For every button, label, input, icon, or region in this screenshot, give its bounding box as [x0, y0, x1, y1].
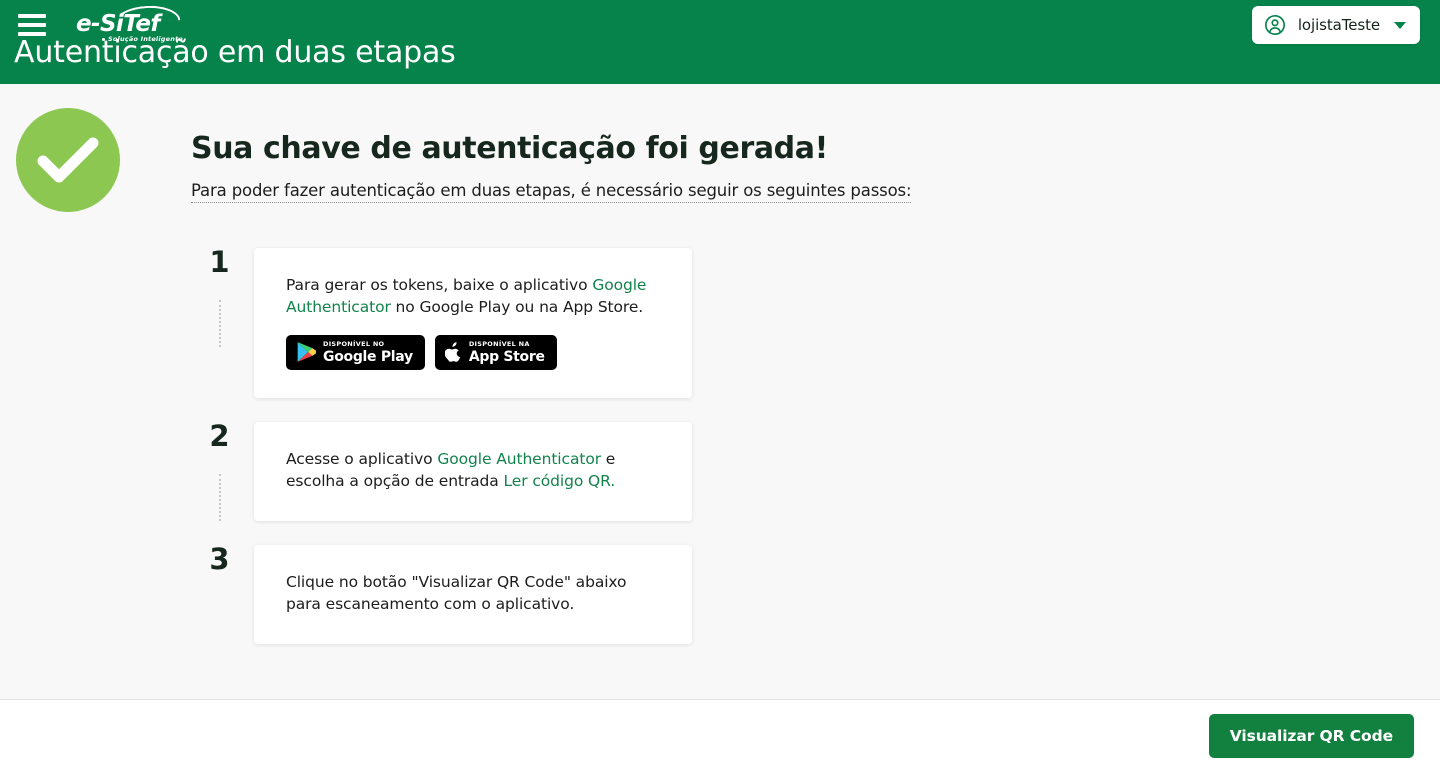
- step-number-column: 2: [185, 418, 254, 521]
- step-text: Acesse o aplicativo: [286, 449, 438, 468]
- step-number: 1: [209, 245, 230, 279]
- main-content: Sua chave de autenticação foi gerada! Pa…: [0, 84, 1440, 700]
- apple-icon: [444, 342, 461, 362]
- step-card: Clique no botão "Visualizar QR Code" aba…: [254, 544, 692, 644]
- step-number: 2: [209, 418, 230, 453]
- user-name-label: lojistaTeste: [1297, 16, 1380, 34]
- step-text: Clique no botão "Visualizar QR Code" aba…: [286, 572, 627, 614]
- intro-section: Sua chave de autenticação foi gerada! Pa…: [0, 84, 1440, 212]
- google-play-badge[interactable]: DISPONÍVEL NO Google Play: [286, 334, 425, 370]
- badge-text: DISPONÍVEL NO Google Play: [323, 341, 413, 364]
- step-description: Acesse o aplicativo Google Authenticator…: [286, 448, 662, 493]
- badge-big-label: App Store: [468, 348, 545, 365]
- user-menu-button[interactable]: lojistaTeste: [1251, 6, 1420, 44]
- intro-subtitle: Para poder fazer autenticação em duas et…: [191, 181, 912, 203]
- hamburger-line: [18, 23, 46, 27]
- badge-small-label: DISPONÍVEL NO: [323, 340, 385, 349]
- step-link[interactable]: Google Authenticator: [437, 450, 601, 468]
- step-description: Para gerar os tokens, baixe o aplicativo…: [286, 274, 662, 319]
- app-root: e-SiTef Solução Inteligente lojistaTeste…: [0, 0, 1440, 772]
- hamburger-line: [18, 14, 46, 18]
- step-row: 2 Acesse o aplicativo Google Authenticato…: [185, 418, 1440, 521]
- step-text: Para gerar os tokens, baixe o aplicativo: [286, 276, 593, 294]
- step-card: Acesse o aplicativo Google Authenticator…: [254, 421, 692, 521]
- badge-text: DISPONÍVEL NA App Store: [469, 341, 545, 364]
- page-footer: Visualizar QR Code: [0, 700, 1440, 772]
- page-title: Autenticação em duas etapas: [14, 35, 456, 70]
- step-text: no Google Play ou na App Store.: [390, 298, 644, 317]
- step-number: 3: [209, 541, 230, 576]
- step-gap: [185, 521, 1440, 545]
- view-qr-code-button[interactable]: Visualizar QR Code: [1208, 714, 1414, 758]
- user-circle-icon: [1264, 15, 1285, 35]
- check-circle-icon: [16, 108, 120, 212]
- chevron-down-icon[interactable]: [1394, 21, 1406, 29]
- step-row: 3 Clique no botão "Visualizar QR Code" ab…: [185, 541, 1440, 644]
- badge-big-label: Google Play: [323, 348, 413, 365]
- step-description: Clique no botão "Visualizar QR Code" aba…: [286, 571, 662, 616]
- google-play-icon: [297, 342, 316, 363]
- intro-text-block: Sua chave de autenticação foi gerada! Pa…: [191, 108, 912, 203]
- step-row: 1 Para gerar os tokens, baixe o aplicativ…: [185, 248, 1440, 398]
- intro-title: Sua chave de autenticação foi gerada!: [191, 131, 828, 166]
- app-header: e-SiTef Solução Inteligente lojistaTeste…: [0, 0, 1440, 84]
- badge-small-label: DISPONÍVEL NA: [468, 340, 530, 349]
- logo-wordmark: e-SiTef: [76, 11, 160, 37]
- hamburger-menu-icon[interactable]: [18, 14, 46, 36]
- step-number-column: 1: [185, 245, 254, 347]
- step-gap: [185, 398, 1440, 422]
- step-link[interactable]: Ler código QR.: [504, 472, 616, 490]
- step-connector-line: [218, 300, 221, 347]
- app-store-badge[interactable]: DISPONÍVEL NA App Store: [434, 334, 557, 370]
- checkmark-glyph: [37, 137, 99, 183]
- steps-list: 1 Para gerar os tokens, baixe o aplicativ…: [0, 248, 1440, 644]
- step-connector-line: [218, 473, 221, 521]
- step-card: Para gerar os tokens, baixe o aplicativo…: [254, 248, 692, 398]
- step-number-column: 3: [185, 541, 254, 576]
- store-badges: DISPONÍVEL NO Google Play DISPONÍVEL NA …: [286, 334, 662, 370]
